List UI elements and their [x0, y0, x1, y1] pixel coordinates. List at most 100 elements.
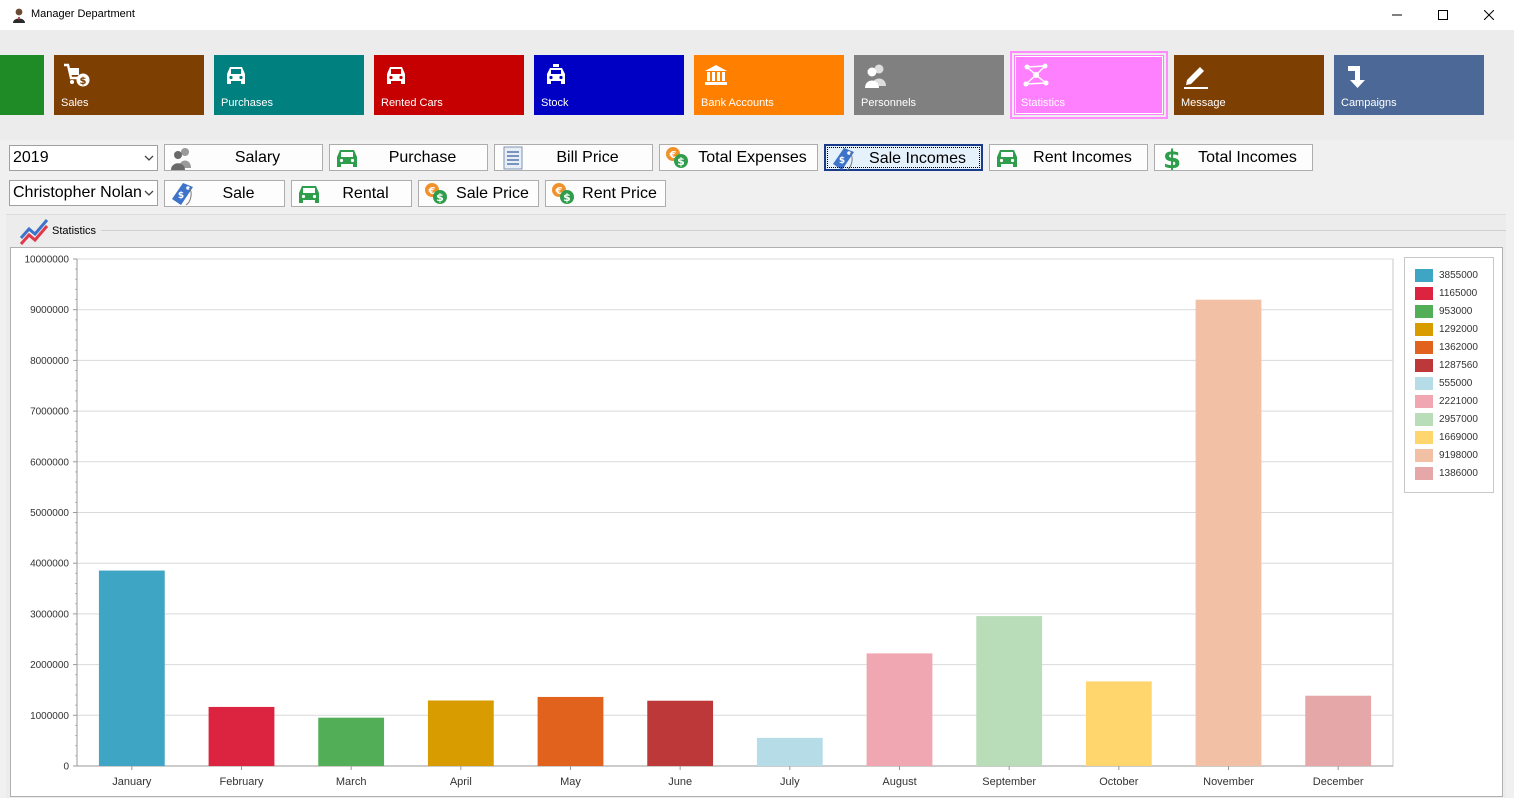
rent-price-button[interactable]: € $ Rent Price [545, 180, 666, 207]
salary-button[interactable]: Salary [164, 144, 323, 171]
x-tick-label: June [668, 776, 692, 788]
bar-july [756, 737, 823, 766]
legend-swatch [1415, 431, 1433, 444]
manager-user-icon [13, 8, 25, 23]
total-incomes-button[interactable]: $ Total Incomes [1154, 144, 1313, 171]
person-value: Christopher Nolan [13, 184, 142, 201]
x-tick-label: October [1099, 776, 1138, 788]
total-incomes-label: Total Incomes [1198, 149, 1297, 166]
total-expenses-label: Total Expenses [698, 149, 807, 166]
x-tick-label: May [560, 776, 581, 788]
bar-january [98, 570, 165, 766]
year-select[interactable]: 2019 [9, 145, 158, 171]
sale-button[interactable]: $ Sale [164, 180, 285, 207]
x-tick-label: November [1203, 776, 1254, 788]
minimize-button[interactable] [1374, 0, 1420, 30]
bill-price-button[interactable]: Bill Price [494, 144, 653, 171]
bill-price-label: Bill Price [556, 149, 619, 166]
legend-swatch [1415, 395, 1433, 408]
tile-label: Personnels [861, 97, 917, 109]
bar-may [537, 696, 604, 766]
bar-september [976, 616, 1043, 766]
rental-button[interactable]: Rental [291, 180, 412, 207]
legend-swatch [1415, 323, 1433, 336]
coins-icon: € $ [425, 183, 447, 204]
maximize-button[interactable] [1420, 0, 1466, 30]
car-icon [227, 67, 245, 84]
people-icon [865, 64, 886, 88]
legend-label: 953000 [1439, 306, 1473, 317]
legend-label: 1669000 [1439, 432, 1478, 443]
legend-swatch [1415, 449, 1433, 462]
tile-label: Sales [61, 97, 89, 109]
x-tick-label: February [219, 776, 264, 788]
legend-swatch [1415, 377, 1433, 390]
legend-label: 2221000 [1439, 396, 1478, 407]
salary-label: Salary [234, 149, 281, 166]
purchase-button[interactable]: Purchase [329, 144, 488, 171]
group-title: Statistics [52, 225, 97, 237]
pencil-icon [1184, 67, 1208, 89]
tile-personnels[interactable]: Personnels [854, 55, 1004, 115]
tile-label: Message [1181, 97, 1226, 109]
car-green-icon [997, 150, 1017, 167]
legend-swatch [1415, 305, 1433, 318]
rent-incomes-button[interactable]: Rent Incomes [989, 144, 1148, 171]
x-tick-label: March [336, 776, 367, 788]
y-tick-label: 4000000 [30, 559, 69, 570]
chart-legend: 3855000 1165000 953000 1292000 1362000 128756… [1404, 257, 1494, 493]
sale-incomes-button[interactable]: $ Sale Incomes [824, 144, 983, 171]
svg-text:$: $ [80, 76, 87, 87]
svg-text:$: $ [839, 156, 845, 166]
title-bar: Manager Department [0, 0, 1514, 30]
y-tick-label: 10000000 [25, 255, 70, 266]
maximize-icon [1438, 10, 1448, 20]
sale-price-button[interactable]: € $ Sale Price [418, 180, 539, 207]
legend-label: 9198000 [1439, 450, 1478, 461]
tile-stock[interactable]: Stock [534, 55, 684, 115]
tile-statistics[interactable]: Statistics [1010, 51, 1168, 119]
sale-incomes-label: Sale Incomes [869, 150, 966, 167]
tile-bank-accounts[interactable]: Bank Accounts [694, 55, 844, 115]
tile-unnamed[interactable] [0, 55, 44, 115]
tile-purchases[interactable]: Purchases [214, 55, 364, 115]
statistics-group: Statistics 0 1000000 2000000 3000000 4000000… [6, 214, 1506, 798]
arrow-down-icon [1348, 66, 1365, 88]
person-select[interactable]: Christopher Nolan [9, 180, 158, 206]
y-tick-label: 7000000 [30, 407, 69, 418]
bank-icon [705, 65, 727, 85]
network-icon [1023, 63, 1049, 87]
tile-label: Stock [541, 97, 569, 109]
x-tick-label: August [882, 776, 916, 788]
minimize-icon [1392, 14, 1402, 16]
svg-text:$: $ [436, 191, 444, 204]
legend-label: 1165000 [1439, 288, 1478, 299]
tile-rented-cars[interactable]: Rented Cars [374, 55, 524, 115]
total-expenses-button[interactable]: € $ Total Expenses [659, 144, 818, 171]
x-tick-label: July [780, 776, 800, 788]
y-tick-label: 2000000 [30, 660, 69, 671]
tile-campaigns[interactable]: Campaigns [1334, 55, 1484, 115]
car-green-icon [337, 150, 357, 167]
y-tick-label: 6000000 [30, 457, 69, 468]
tile-label: Bank Accounts [701, 97, 774, 109]
bar-june [647, 700, 714, 766]
rent-price-label: Rent Price [582, 185, 657, 202]
bar-april [427, 700, 494, 766]
tile-message[interactable]: Message [1174, 55, 1324, 115]
coins-icon: € $ [552, 183, 574, 204]
legend-label: 1287560 [1439, 360, 1478, 371]
close-button[interactable] [1466, 0, 1512, 30]
svg-text:$: $ [1163, 146, 1181, 170]
tile-label: Campaigns [1341, 97, 1397, 109]
price-tag-icon: $ [833, 148, 854, 171]
legend-label: 555000 [1439, 378, 1473, 389]
legend-swatch [1415, 467, 1433, 480]
tile-sales[interactable]: $ Sales [54, 55, 204, 115]
x-tick-label: December [1313, 776, 1364, 788]
x-tick-label: April [450, 776, 472, 788]
legend-label: 3855000 [1439, 270, 1478, 281]
rent-incomes-label: Rent Incomes [1033, 149, 1132, 166]
legend-swatch [1415, 287, 1433, 300]
taxi-icon [547, 64, 565, 84]
